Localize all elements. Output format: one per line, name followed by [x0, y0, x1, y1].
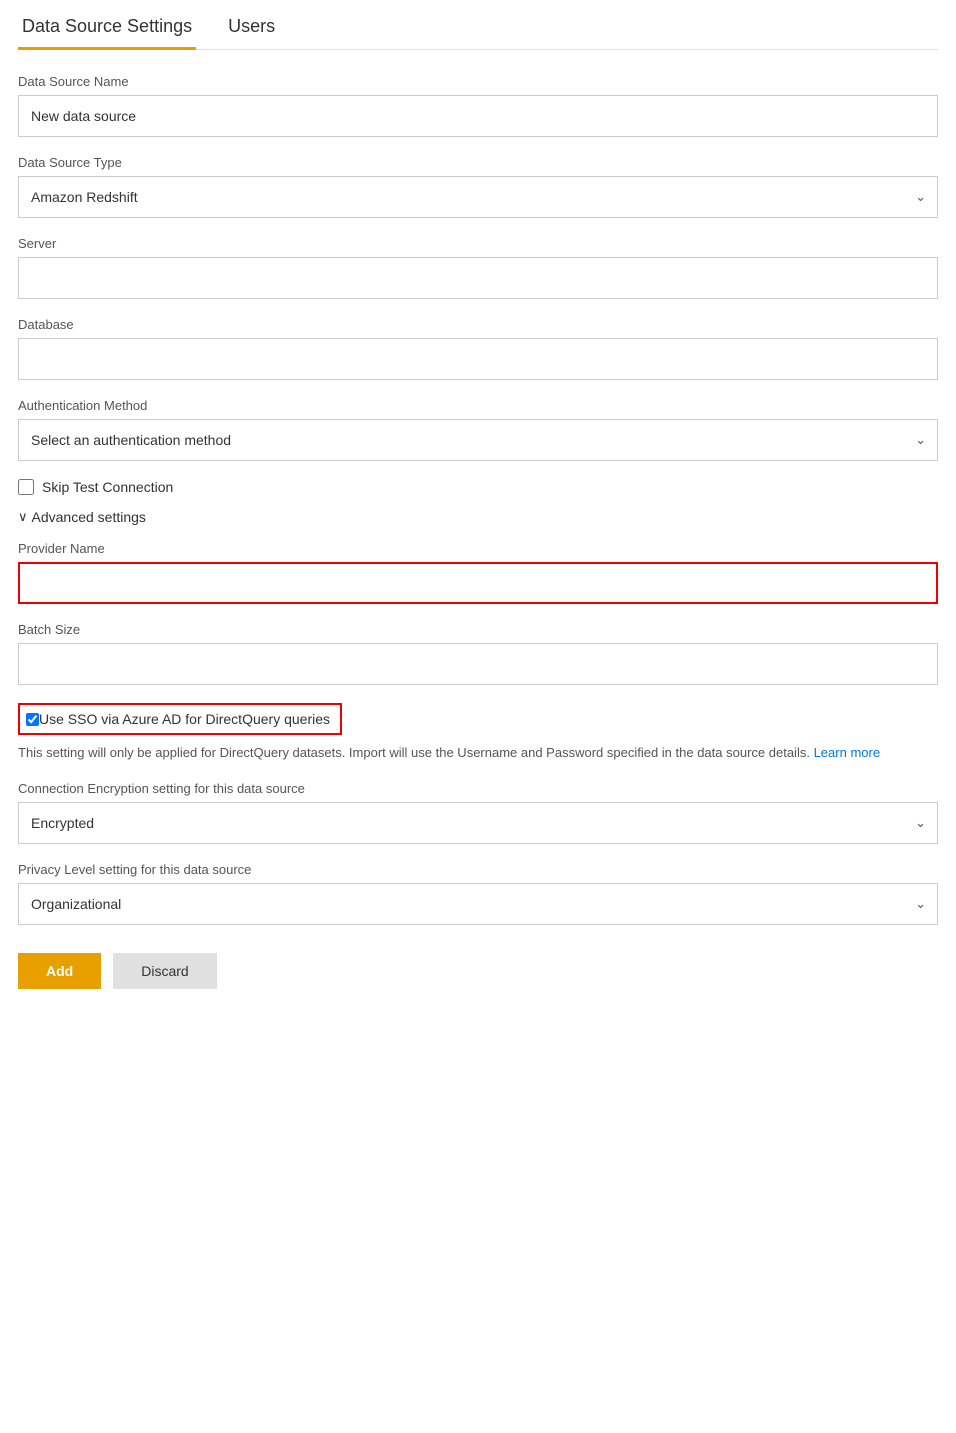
- connection-encryption-label: Connection Encryption setting for this d…: [18, 781, 938, 796]
- data-source-name-group: Data Source Name: [18, 74, 938, 137]
- data-source-type-group: Data Source Type Amazon Redshift ⌄: [18, 155, 938, 218]
- skip-test-connection-checkbox[interactable]: [18, 479, 34, 495]
- skip-test-connection-row: Skip Test Connection: [18, 479, 938, 495]
- sso-label[interactable]: Use SSO via Azure AD for DirectQuery que…: [39, 711, 330, 727]
- add-button[interactable]: Add: [18, 953, 101, 989]
- auth-method-wrapper: Select an authentication method ⌄: [18, 419, 938, 461]
- batch-size-group: Batch Size: [18, 622, 938, 685]
- sso-section: Use SSO via Azure AD for DirectQuery que…: [18, 703, 938, 763]
- auth-method-select[interactable]: Select an authentication method: [18, 419, 938, 461]
- data-source-name-input[interactable]: [18, 95, 938, 137]
- button-row: Add Discard: [18, 953, 938, 989]
- provider-name-input[interactable]: [18, 562, 938, 604]
- batch-size-label: Batch Size: [18, 622, 938, 637]
- batch-size-input[interactable]: [18, 643, 938, 685]
- tab-data-source-settings[interactable]: Data Source Settings: [18, 0, 196, 49]
- provider-name-group: Provider Name: [18, 541, 938, 604]
- discard-button[interactable]: Discard: [113, 953, 216, 989]
- auth-method-group: Authentication Method Select an authenti…: [18, 398, 938, 461]
- data-source-type-wrapper: Amazon Redshift ⌄: [18, 176, 938, 218]
- auth-method-label: Authentication Method: [18, 398, 938, 413]
- privacy-level-select[interactable]: Organizational: [18, 883, 938, 925]
- advanced-settings-toggle[interactable]: ∨ Advanced settings: [18, 509, 938, 525]
- chevron-down-icon: ∨: [18, 509, 28, 525]
- tabs-container: Data Source Settings Users: [18, 0, 938, 50]
- privacy-level-group: Privacy Level setting for this data sour…: [18, 862, 938, 925]
- server-group: Server: [18, 236, 938, 299]
- provider-name-label: Provider Name: [18, 541, 938, 556]
- database-group: Database: [18, 317, 938, 380]
- server-label: Server: [18, 236, 938, 251]
- data-source-name-label: Data Source Name: [18, 74, 938, 89]
- connection-encryption-select[interactable]: Encrypted: [18, 802, 938, 844]
- connection-encryption-group: Connection Encryption setting for this d…: [18, 781, 938, 844]
- connection-encryption-wrapper: Encrypted ⌄: [18, 802, 938, 844]
- server-input[interactable]: [18, 257, 938, 299]
- sso-checkbox-wrapper: Use SSO via Azure AD for DirectQuery que…: [18, 703, 342, 735]
- learn-more-link[interactable]: Learn more: [814, 745, 880, 760]
- sso-checkbox[interactable]: [26, 713, 39, 726]
- database-label: Database: [18, 317, 938, 332]
- database-input[interactable]: [18, 338, 938, 380]
- data-source-type-label: Data Source Type: [18, 155, 938, 170]
- sso-info-text: This setting will only be applied for Di…: [18, 743, 938, 763]
- tab-users[interactable]: Users: [224, 0, 279, 49]
- privacy-level-wrapper: Organizational ⌄: [18, 883, 938, 925]
- data-source-type-select[interactable]: Amazon Redshift: [18, 176, 938, 218]
- skip-test-connection-label[interactable]: Skip Test Connection: [42, 479, 173, 495]
- privacy-level-label: Privacy Level setting for this data sour…: [18, 862, 938, 877]
- advanced-settings-label: Advanced settings: [32, 509, 146, 525]
